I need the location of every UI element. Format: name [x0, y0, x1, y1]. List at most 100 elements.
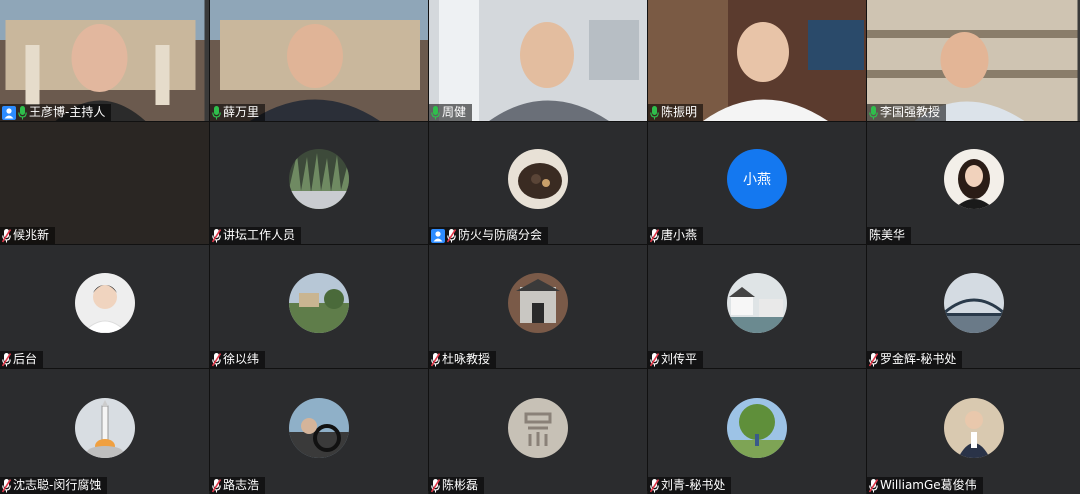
participant-name: 刘青-秘书处 — [661, 478, 726, 492]
mic-muted-icon — [431, 352, 440, 367]
mic-muted-icon — [650, 352, 659, 367]
participant-name: 王彦博-主持人 — [29, 105, 106, 119]
participant-name: 刘传平 — [661, 352, 698, 366]
participant-name-label: 王彦博-主持人 — [0, 104, 112, 121]
participant-name-label: 防火与防腐分会 — [429, 227, 549, 244]
participant-name-label: 陈振明 — [648, 104, 704, 121]
participant-name-label: 罗金辉-秘书处 — [867, 351, 963, 368]
mic-muted-icon — [2, 228, 11, 243]
mic-muted-icon — [869, 352, 878, 367]
mic-muted-icon — [869, 478, 878, 493]
participant-tile[interactable]: 刘青-秘书处 — [648, 369, 866, 494]
participant-name: 路志浩 — [223, 478, 260, 492]
participant-name-label: 唐小燕 — [648, 227, 704, 244]
participant-tile[interactable]: 李国强教授 — [867, 0, 1080, 121]
avatar — [289, 149, 349, 209]
participant-name-label: 刘青-秘书处 — [648, 477, 732, 494]
mic-muted-icon — [2, 352, 11, 367]
participant-name: 唐小燕 — [661, 228, 698, 242]
participant-tile[interactable]: WilliamGe葛俊伟 — [867, 369, 1080, 494]
mic-muted-icon — [212, 352, 221, 367]
participant-tile[interactable]: 罗金辉-秘书处 — [867, 245, 1080, 368]
participant-name: WilliamGe葛俊伟 — [880, 478, 977, 492]
avatar — [943, 272, 1004, 333]
participant-tile[interactable]: 小燕唐小燕 — [648, 122, 866, 244]
host-icon — [2, 105, 16, 120]
mic-on-icon — [18, 105, 27, 120]
participant-name-label: 后台 — [0, 351, 44, 368]
mic-muted-icon — [447, 228, 456, 243]
participant-name: 陈振明 — [661, 105, 698, 119]
mic-on-icon — [650, 105, 659, 120]
participant-tile[interactable]: 刘传平 — [648, 245, 866, 368]
mic-muted-icon — [212, 228, 221, 243]
avatar: 小燕 — [727, 149, 787, 209]
avatar — [508, 272, 568, 333]
participant-name: 薛万里 — [223, 105, 260, 119]
mic-muted-icon — [431, 478, 440, 493]
mic-muted-icon — [650, 228, 659, 243]
participant-name: 沈志聪-闵行腐蚀 — [13, 478, 102, 492]
video-feed — [648, 0, 866, 121]
participant-name: 杜咏教授 — [442, 352, 491, 366]
participant-name-label: 候兆新 — [0, 227, 56, 244]
participant-name: 陈美华 — [869, 228, 906, 242]
participant-name-label: 讲坛工作人员 — [210, 227, 302, 244]
avatar — [943, 397, 1004, 458]
participant-name-label: 陈美华 — [867, 227, 912, 244]
participant-tile[interactable]: 陈振明 — [648, 0, 866, 121]
participant-name-label: 刘传平 — [648, 351, 704, 368]
avatar — [289, 397, 349, 458]
participant-tile[interactable]: 后台 — [0, 245, 209, 368]
avatar — [74, 272, 135, 333]
mic-on-icon — [869, 105, 878, 120]
participant-tile[interactable]: 讲坛工作人员 — [210, 122, 428, 244]
participant-name-label: 杜咏教授 — [429, 351, 497, 368]
avatar — [508, 397, 568, 458]
video-feed — [210, 0, 428, 121]
mic-muted-icon — [650, 478, 659, 493]
video-gallery: 王彦博-主持人 薛万里 周健 陈振明 李国强教授候兆新 讲坛工作人员 防火与防腐分会 小燕唐小… — [0, 0, 1080, 494]
participant-name: 后台 — [13, 352, 38, 366]
participant-name: 讲坛工作人员 — [223, 228, 296, 242]
participant-name: 候兆新 — [13, 228, 50, 242]
video-feed — [429, 0, 647, 121]
participant-name: 徐以纬 — [223, 352, 260, 366]
avatar — [508, 149, 568, 209]
participant-name-label: 薛万里 — [210, 104, 266, 121]
participant-tile[interactable]: 王彦博-主持人 — [0, 0, 209, 121]
participant-tile[interactable]: 沈志聪-闵行腐蚀 — [0, 369, 209, 494]
participant-name-label: 陈彬磊 — [429, 477, 485, 494]
participant-name-label: 沈志聪-闵行腐蚀 — [0, 477, 108, 494]
mic-muted-icon — [212, 478, 221, 493]
avatar — [943, 149, 1004, 209]
video-feed — [867, 0, 1080, 121]
participant-name: 陈彬磊 — [442, 478, 479, 492]
participant-name: 罗金辉-秘书处 — [880, 352, 957, 366]
mic-on-icon — [431, 105, 440, 120]
participant-tile[interactable]: 杜咏教授 — [429, 245, 647, 368]
participant-name-label: WilliamGe葛俊伟 — [867, 477, 983, 494]
participant-tile[interactable]: 周健 — [429, 0, 647, 121]
participant-tile[interactable]: 路志浩 — [210, 369, 428, 494]
avatar — [289, 272, 349, 333]
mic-muted-icon — [2, 478, 11, 493]
participant-tile[interactable]: 防火与防腐分会 — [429, 122, 647, 244]
participant-name: 周健 — [442, 105, 467, 119]
participant-name-label: 李国强教授 — [867, 104, 947, 121]
video-feed — [0, 0, 209, 121]
avatar — [74, 397, 135, 458]
participant-name-label: 徐以纬 — [210, 351, 266, 368]
participant-name: 李国强教授 — [880, 105, 941, 119]
participant-tile[interactable]: 陈美华 — [867, 122, 1080, 244]
avatar — [727, 272, 787, 333]
participant-tile[interactable]: 徐以纬 — [210, 245, 428, 368]
participant-name-label: 路志浩 — [210, 477, 266, 494]
participant-tile[interactable]: 陈彬磊 — [429, 369, 647, 494]
host-icon — [431, 228, 445, 243]
participant-tile[interactable]: 候兆新 — [0, 122, 209, 244]
participant-tile[interactable]: 薛万里 — [210, 0, 428, 121]
participant-name-label: 周健 — [429, 104, 473, 121]
mic-on-icon — [212, 105, 221, 120]
avatar — [727, 397, 787, 458]
